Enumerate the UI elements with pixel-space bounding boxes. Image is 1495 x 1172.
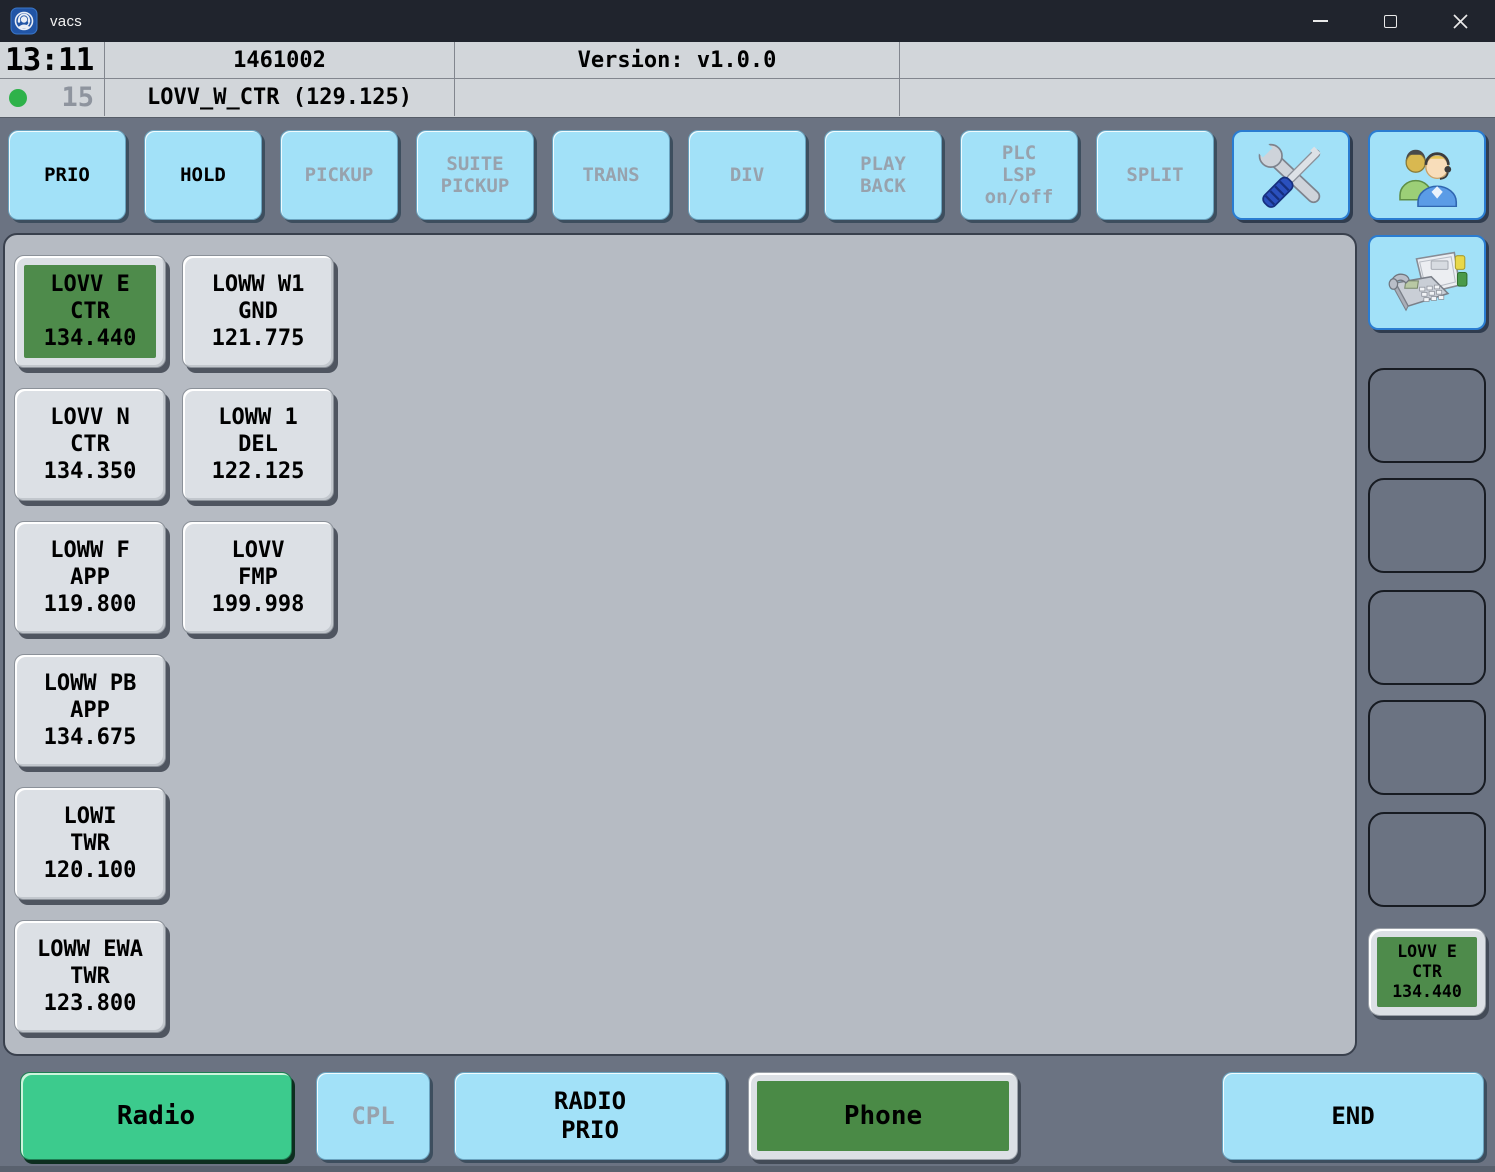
phone-button[interactable]: Phone bbox=[748, 1072, 1018, 1160]
app-headset-icon bbox=[10, 7, 38, 35]
clock: 13:11 bbox=[0, 42, 105, 79]
toolbar: PRIO HOLD PICKUP SUITE PICKUP TRANS DIV … bbox=[8, 130, 1486, 220]
header-empty-cell bbox=[900, 42, 1495, 79]
active-channel-button[interactable]: LOVV E CTR 134.440 bbox=[1368, 928, 1486, 1016]
plc-lsp-button[interactable]: PLC LSP on/off bbox=[960, 130, 1078, 220]
close-button[interactable] bbox=[1425, 0, 1495, 42]
close-icon bbox=[1452, 13, 1469, 30]
frequency-button-lowi-twr[interactable]: LOWI TWR 120.100 bbox=[14, 787, 166, 900]
cpl-button[interactable]: CPL bbox=[316, 1072, 430, 1160]
hold-button[interactable]: HOLD bbox=[144, 130, 262, 220]
trans-button[interactable]: TRANS bbox=[552, 130, 670, 220]
div-button[interactable]: DIV bbox=[688, 130, 806, 220]
frequency-button-loww-ewa-twr[interactable]: LOWW EWA TWR 123.800 bbox=[14, 920, 166, 1033]
frequency-button-loww-w1-gnd[interactable]: LOWW W1 GND 121.775 bbox=[182, 255, 334, 368]
prio-button[interactable]: PRIO bbox=[8, 130, 126, 220]
titlebar: vacs bbox=[0, 0, 1495, 42]
playback-button[interactable]: PLAY BACK bbox=[824, 130, 942, 220]
split-button[interactable]: SPLIT bbox=[1096, 130, 1214, 220]
status-dot-icon bbox=[9, 89, 27, 107]
frequency-button-loww-f-app[interactable]: LOWW F APP 119.800 bbox=[14, 521, 166, 634]
suite-pickup-button[interactable]: SUITE PICKUP bbox=[416, 130, 534, 220]
frequency-button-lovv-fmp[interactable]: LOVV FMP 199.998 bbox=[182, 521, 334, 634]
sidebar-empty-slot bbox=[1368, 812, 1486, 907]
connection-status: 15 bbox=[0, 79, 105, 116]
end-button[interactable]: END bbox=[1222, 1072, 1484, 1160]
window-title: vacs bbox=[50, 13, 82, 30]
operators-button[interactable] bbox=[1368, 130, 1486, 220]
maximize-icon bbox=[1384, 15, 1397, 28]
pickup-button[interactable]: PICKUP bbox=[280, 130, 398, 220]
sidebar-empty-slot bbox=[1368, 590, 1486, 685]
sidebar-empty-slot bbox=[1368, 368, 1486, 463]
radio-prio-button[interactable]: RADIO PRIO bbox=[454, 1072, 726, 1160]
frequency-button-loww-1-del[interactable]: LOWW 1 DEL 122.125 bbox=[182, 388, 334, 501]
station-callsign: LOVV_W_CTR (129.125) bbox=[105, 79, 455, 116]
phonebook-button[interactable] bbox=[1368, 235, 1486, 330]
frequency-grid: LOVV E CTR 134.440 LOWW W1 GND 121.775 L… bbox=[14, 255, 1355, 1033]
header-empty-cell bbox=[900, 79, 1495, 116]
station-code: 1461002 bbox=[105, 42, 455, 79]
operators-icon bbox=[1391, 143, 1463, 207]
maximize-button[interactable] bbox=[1355, 0, 1425, 42]
phonebook-icon bbox=[1385, 248, 1469, 318]
radio-button[interactable]: Radio bbox=[20, 1072, 292, 1160]
frequency-panel: LOVV E CTR 134.440 LOWW W1 GND 121.775 L… bbox=[3, 233, 1357, 1056]
status-counter: 15 bbox=[61, 82, 94, 113]
sidebar-empty-slot bbox=[1368, 700, 1486, 795]
window-bottom-edge bbox=[0, 1166, 1495, 1172]
minimize-icon bbox=[1313, 20, 1328, 22]
header-empty-cell bbox=[455, 79, 900, 116]
frequency-button-lovv-n-ctr[interactable]: LOVV N CTR 134.350 bbox=[14, 388, 166, 501]
version-label: Version: v1.0.0 bbox=[455, 42, 900, 79]
sidebar-empty-slot bbox=[1368, 478, 1486, 573]
frequency-button-lovv-e-ctr[interactable]: LOVV E CTR 134.440 bbox=[14, 255, 166, 368]
settings-button[interactable] bbox=[1232, 130, 1350, 220]
tools-icon bbox=[1255, 140, 1327, 210]
frequency-button-loww-pb-app[interactable]: LOWW PB APP 134.675 bbox=[14, 654, 166, 767]
minimize-button[interactable] bbox=[1285, 0, 1355, 42]
status-header: 13:11 1461002 Version: v1.0.0 15 LOVV_W_… bbox=[0, 42, 1495, 118]
